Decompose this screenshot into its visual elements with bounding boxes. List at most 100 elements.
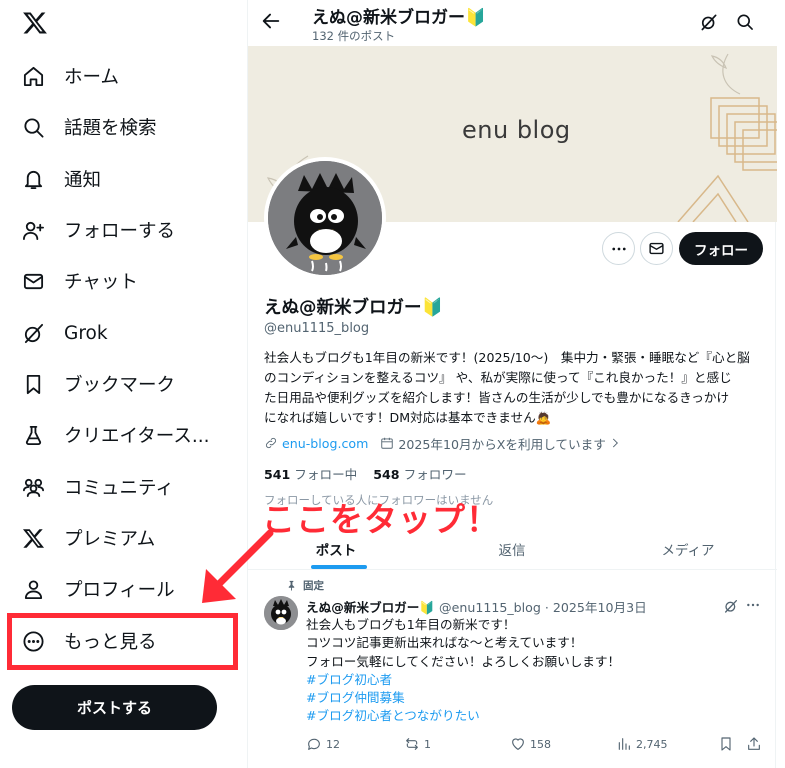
more-dots-icon [611,247,626,250]
pin-icon [288,580,295,591]
x-logo-icon[interactable] [22,10,48,36]
sidebar-item-label: コミュニティ [64,478,174,499]
like-button[interactable]: 158 [510,736,551,752]
followers-label: フォロワー [403,467,467,482]
follow-icon [20,217,46,243]
sidebar-item-notifications[interactable]: 通知 [14,157,113,201]
post-text: 社会人もブログも1年目の新米です！ コツコツ記事更新出来ればな～と考えています！… [306,616,620,726]
bio-line: のコンディションを整えるコツ』 や、私が実際に使って『これ良かった！』と感じ [264,370,732,385]
post-line: コツコツ記事更新出来ればな～と考えています！ [306,635,583,651]
bookmark-icon [20,371,46,397]
reply-icon [308,738,320,750]
sidebar-item-home[interactable]: ホーム [14,54,131,98]
profile-name: えぬ@新米ブロガー🔰 [264,298,444,318]
post-button[interactable]: ポストする [12,685,217,730]
sidebar-item-label: Grok [64,322,108,344]
back-arrow-icon[interactable] [260,10,284,34]
envelope-icon [649,242,664,255]
profile-handle: @enu1115_blog [264,321,370,336]
following-stat[interactable]: 541 フォロー中 [264,464,357,483]
header-profile-name: えぬ@新米ブロガー🔰 [312,8,487,28]
reply-button[interactable]: 12 [306,736,340,752]
profile-header: えぬ@新米ブロガー🔰 132 件のポスト [248,0,777,46]
calendar-icon [381,437,394,449]
link-icon [266,438,276,448]
post-more-icon[interactable] [745,597,761,617]
sidebar-item-profile[interactable]: プロフィール [14,567,187,611]
sidebar-item-grok[interactable]: Grok [14,311,120,355]
envelope-icon [20,268,46,294]
like-count: 158 [530,737,551,751]
sidebar-item-explore[interactable]: 話題を検索 [14,105,169,149]
repost-count: 1 [424,737,431,751]
sidebar-item-label: クリエイタース... [64,426,210,447]
chevron-right-icon[interactable] [608,436,622,450]
hashtag-link[interactable]: #ブログ仲間募集 [306,689,620,707]
sidebar-item-chat[interactable]: チャット [14,259,150,303]
bio-line: た日用品や便利グッズを紹介します！皆さんの生活が少しでも豊かになるきっかけ [264,390,730,405]
views-button[interactable]: 2,745 [616,736,668,752]
profile-meta: enu-blog.com 2025年10月からXを利用しています [264,434,622,452]
followers-count: 548 [373,467,400,482]
sidebar-item-label: ブックマーク [64,375,176,396]
grok-icon[interactable] [723,598,739,614]
bookmark-button[interactable] [718,736,738,752]
sidebar-item-label: プロフィール [64,580,175,601]
tab-media[interactable]: メディア [600,528,776,570]
pinned-text: 固定 [303,580,324,592]
home-icon [20,63,46,89]
avatar[interactable] [264,157,386,279]
post-actions: 12 1 158 2,745 [306,736,766,756]
sidebar-item-label: 通知 [64,170,102,191]
post-line: フォロー気軽にしてください！よろしくお願いします！ [306,653,621,669]
active-tab-indicator [311,565,367,569]
following-label: フォロー中 [294,467,358,482]
profile-stats: 541 フォロー中 548 フォロワー [264,464,467,483]
hashtag-link[interactable]: #ブログ初心者 [306,671,620,689]
reply-count: 12 [326,737,340,751]
sidebar-item-label: チャット [64,272,138,293]
pinned-label: 固定 [286,578,324,593]
hashtag-link[interactable]: #ブログ初心者とつながりたい [306,707,620,725]
person-icon [20,576,46,602]
sidebar-item-follow[interactable]: フォローする [14,208,187,252]
repost-button[interactable]: 1 [404,736,431,752]
repost-icon [406,738,418,750]
follow-button[interactable]: フォロー [679,232,763,265]
share-icon [748,737,760,750]
search-icon[interactable] [735,12,757,34]
sidebar-item-premium[interactable]: プレミアム [14,516,167,560]
bio-line: になれば嬉しいです！DM対応は基本できません🙇 [264,410,552,425]
bookmark-icon [721,737,731,751]
community-icon [20,474,46,500]
message-button[interactable] [640,232,673,265]
views-chart-icon [618,738,630,750]
header-post-count: 132 件のポスト [312,29,396,43]
followers-stat[interactable]: 548 フォロワー [373,464,466,483]
sidebar-item-label: ホーム [64,67,119,88]
post-handle-date: @enu1115_blog · 2025年10月3日 [439,600,647,615]
x-premium-icon [20,525,46,551]
grok-icon[interactable] [699,12,721,34]
following-count: 541 [264,467,291,482]
profile-joined: 2025年10月からXを利用しています [398,436,606,452]
more-options-button[interactable] [602,232,635,265]
sidebar-item-communities[interactable]: コミュニティ [14,465,186,509]
profile-website-link[interactable]: enu-blog.com [282,436,368,451]
sidebar-item-bookmarks[interactable]: ブックマーク [14,362,187,406]
search-icon [20,114,46,140]
sidebar-item-label: プレミアム [64,529,156,550]
bio-line: 社会人もブログも1年目の新米です！(2025/10～) 集中力・緊張・睡眠など『… [264,350,750,365]
grok-icon [20,320,46,346]
share-button[interactable] [746,736,766,752]
highlight-box [7,613,238,670]
post-author-name[interactable]: えぬ@新米ブロガー🔰 [306,597,435,616]
sidebar-item-label: フォローする [64,221,176,242]
annotation-text: ここをタップ！ [262,500,500,539]
post-line: 社会人もブログも1年目の新米です！ [306,617,516,632]
post-header: えぬ@新米ブロガー🔰 @enu1115_blog · 2025年10月3日 [306,597,647,616]
bell-icon [20,166,46,192]
sidebar-item-label: 話題を検索 [64,118,157,139]
sidebar-item-creator-studio[interactable]: クリエイタース... [14,413,221,457]
banner-text: enu blog [462,116,571,144]
